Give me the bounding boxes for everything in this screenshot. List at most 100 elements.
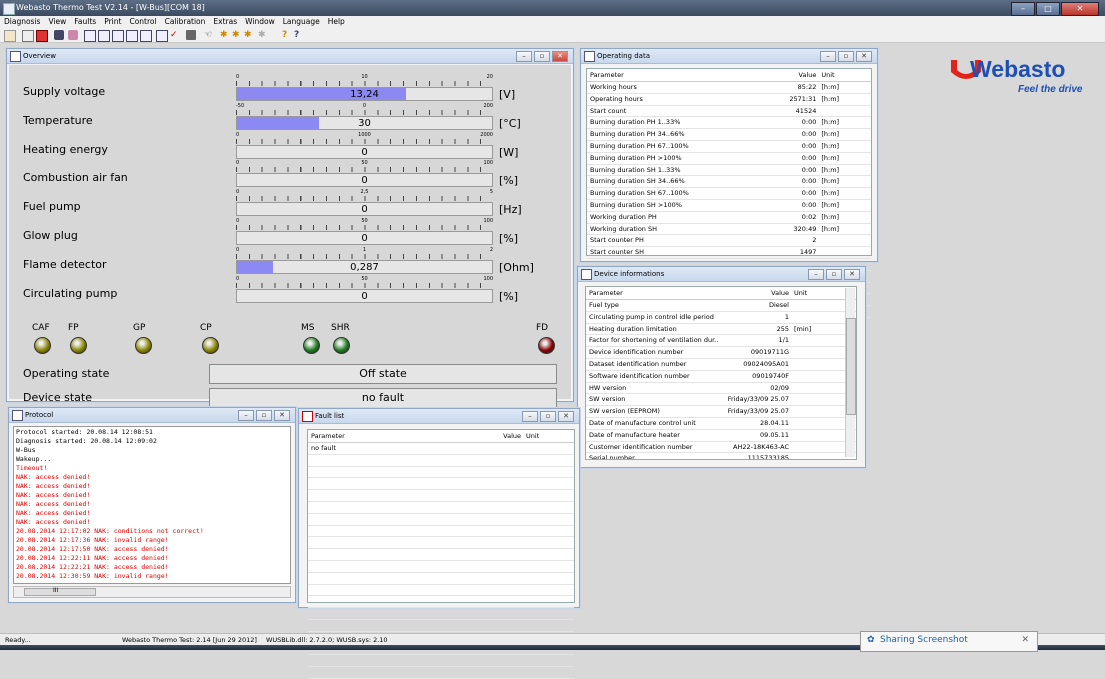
window1-icon[interactable] [84,30,96,42]
protocol-hscrollbar[interactable]: III [13,586,291,598]
operating-data-row[interactable]: Burning duration SH 1..33% 0:00 [h:m] [587,165,871,177]
menu-item-language[interactable]: Language [279,16,324,28]
device-info-header-value[interactable]: Value [719,287,789,299]
menu-item-extras[interactable]: Extras [209,16,241,28]
fault-list-row[interactable]: no fault [308,443,574,455]
device-info-row[interactable]: Heating duration limitation 255 [min] [586,324,856,336]
protocol-scroll-thumb[interactable]: III [24,587,96,596]
device-info-row[interactable]: Date of manufacture heater 09.05.11 [586,430,856,442]
operating-data-row[interactable]: Burning duration SH >100% 0:00 [h:m] [587,200,871,212]
device-info-row[interactable]: Software identification number 09019740F [586,371,856,383]
led-label-cp: CP [200,323,212,333]
device-info-row[interactable]: Customer identification number AH22-18K46… [586,442,856,454]
device-info-row[interactable]: Device identification number 09019711G [586,347,856,359]
menu-item-view[interactable]: View [44,16,70,28]
protocol-line: NAK: access denied! [16,518,91,526]
operating-data-row[interactable]: Burning duration PH 34..66% 0:00 [h:m] [587,129,871,141]
window2-icon[interactable] [98,30,110,42]
operating-data-row[interactable]: Start count 41524 [587,106,871,118]
star3-icon[interactable]: ✱ [244,30,254,40]
fault-list-empty-cell [441,620,521,631]
device-info-row[interactable]: Fuel type Diesel [586,300,856,312]
operating-data-row[interactable]: Burning duration SH 34..66% 0:00 [h:m] [587,176,871,189]
operating-restore-button[interactable]: ▫ [838,51,854,62]
play-icon[interactable] [4,30,16,42]
operating-data-row[interactable]: Working hours 85:22 [h:m] [587,82,871,94]
device-info-row[interactable]: SW version Friday/33/09 25.07 [586,394,856,407]
menu-item-diagnosis[interactable]: Diagnosis [0,16,44,28]
overview-restore-button[interactable]: ▫ [534,51,550,62]
window6-icon[interactable] [156,30,168,42]
help-icon[interactable]: ? [282,30,292,40]
fault-minimize-button[interactable]: – [522,411,538,422]
window3-icon[interactable] [112,30,124,42]
star1-icon[interactable]: ✱ [220,30,230,40]
print-icon[interactable] [186,30,196,40]
minimize-button[interactable]: – [1011,2,1035,16]
fault-list-header-value[interactable]: Value [441,430,521,442]
device-info-row[interactable]: Date of manufacture control unit 28.04.11 [586,418,856,430]
device-info-row[interactable]: Serial number 1115733185 [586,453,856,459]
device-info-row[interactable]: SW version (EEPROM) Friday/33/09 25.07 [586,406,856,418]
operating-data-row[interactable]: Burning duration PH >100% 0:00 [h:m] [587,153,871,165]
context-help-icon[interactable]: ? [294,30,304,40]
device-restore-button[interactable]: ▫ [826,269,842,280]
star2-icon[interactable]: ✱ [232,30,242,40]
close-red-icon[interactable] [36,30,48,42]
operating-data-row[interactable]: Start counter SH 1497 [587,247,871,259]
fault-list-header-unit[interactable]: Unit [521,430,566,442]
menu-item-control[interactable]: Control [125,16,160,28]
device-info-row[interactable]: HW version 02/09 [586,383,856,395]
fault-restore-button[interactable]: ▫ [540,411,556,422]
operating-data-header-parameter[interactable]: Parameter [587,69,729,81]
star4-icon[interactable]: ✱ [258,30,268,40]
device-info-header-parameter[interactable]: Parameter [586,287,719,299]
check-icon[interactable]: ✓ [170,30,180,40]
operating-data-row[interactable]: Burning duration PH 1..33% 0:00 [h:m] [587,117,871,130]
device-close-button[interactable]: ✕ [844,269,860,280]
fault-close-button[interactable]: ✕ [558,411,574,422]
fault-list-empty-cell [521,561,566,572]
protocol-log[interactable]: Protocol started: 20.08.14 12:08:51 Diagn… [13,426,291,584]
overview-close-button[interactable]: ✕ [552,51,568,62]
device-info-row[interactable]: Factor for shortening of ventilation dur… [586,335,856,348]
operating-data-row[interactable]: Working duration SH 320:49 [h:m] [587,224,871,236]
operating-data-row[interactable]: Burning duration SH 67..100% 0:00 [h:m] [587,188,871,200]
close-button[interactable]: ✕ [1061,2,1099,16]
gauge-unit: [V] [499,88,516,101]
operating-close-button[interactable]: ✕ [856,51,872,62]
protocol-restore-button[interactable]: ▫ [256,410,272,421]
faults-icon[interactable] [68,30,78,40]
operating-data-row[interactable]: Start counter PH 2 [587,235,871,248]
tool-icon[interactable] [54,30,64,40]
device-info-row[interactable]: Circulating pump in control idle period 1 [586,312,856,324]
protocol-close-button[interactable]: ✕ [274,410,290,421]
menu-item-faults[interactable]: Faults [70,16,100,28]
device-info-scroll-thumb[interactable] [846,318,856,415]
window4-icon[interactable] [126,30,138,42]
operating-minimize-button[interactable]: – [820,51,836,62]
operating-data-row[interactable]: Burning duration PH 67..100% 0:00 [h:m] [587,141,871,153]
operating-data-header-value[interactable]: Value [729,69,817,81]
hand-icon[interactable]: ☜ [204,30,214,40]
menu-item-calibration[interactable]: Calibration [161,16,210,28]
operating-data-row[interactable]: Operating hours 2571:31 [h:m] [587,94,871,106]
protocol-minimize-button[interactable]: – [238,410,254,421]
operating-data-header-unit[interactable]: Unit [816,69,871,81]
sharing-notification[interactable]: ✿ Sharing Screenshot ✕ [860,631,1038,652]
window5-icon[interactable] [140,30,152,42]
menu-item-help[interactable]: Help [324,16,349,28]
device-info-scrollbar[interactable] [845,288,856,457]
operating-data-row[interactable]: Working duration PH 0:02 [h:m] [587,212,871,224]
gauge-label: Glow plug [23,229,78,242]
fault-list-header-parameter[interactable]: Parameter [308,430,441,442]
menu-item-window[interactable]: Window [241,16,279,28]
overview-minimize-button[interactable]: – [516,51,532,62]
notification-close-icon[interactable]: ✕ [1021,635,1029,645]
device-minimize-button[interactable]: – [808,269,824,280]
device-info-row[interactable]: Dataset identification number 09024095A01 [586,359,856,371]
menu-item-print[interactable]: Print [100,16,125,28]
maximize-button[interactable]: □ [1036,2,1060,16]
device-info-header-unit[interactable]: Unit [789,287,840,299]
stop-icon[interactable] [22,30,34,42]
